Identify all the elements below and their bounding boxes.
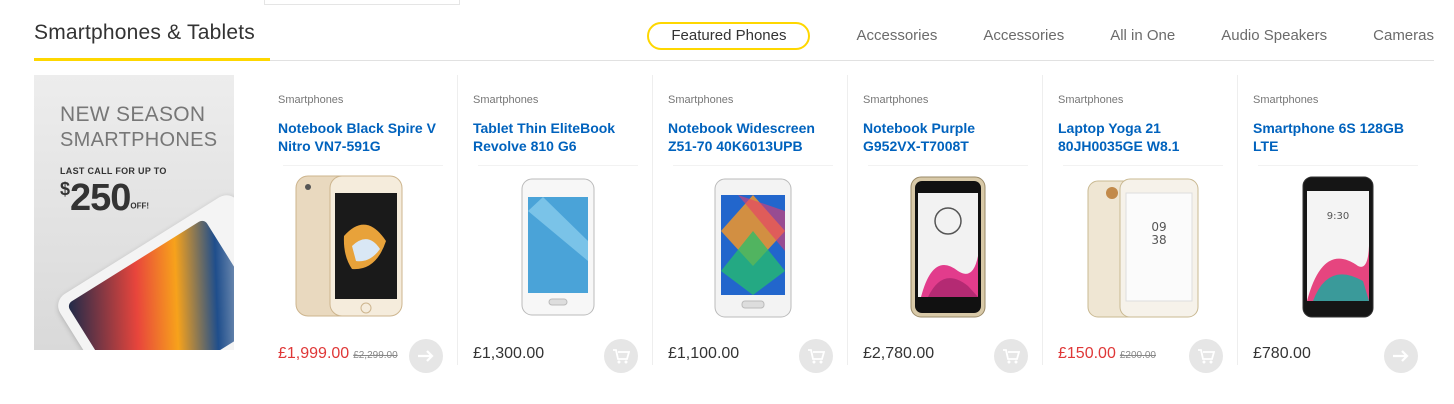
title-underline xyxy=(34,58,270,61)
product-title[interactable]: Tablet Thin EliteBook Revolve 810 G6 xyxy=(473,119,643,155)
product-title[interactable]: Notebook Black Spire V Nitro VN7-591G xyxy=(278,119,448,155)
price-row: £1,100.00 xyxy=(668,345,739,363)
product-price: £1,300.00 xyxy=(473,345,545,362)
tab-audio-speakers[interactable]: Audio Speakers xyxy=(1221,22,1327,50)
product-category[interactable]: Smartphones xyxy=(863,94,928,106)
svg-text:09: 09 xyxy=(1151,220,1166,234)
add-to-cart-button[interactable] xyxy=(994,339,1028,373)
product-title[interactable]: Laptop Yoga 21 80JH0035GE W8.1 xyxy=(1058,119,1228,155)
product-price: £780.00 xyxy=(1253,345,1311,362)
svg-text:38: 38 xyxy=(1151,233,1166,247)
section-header: Smartphones & Tablets Featured Phones Ac… xyxy=(34,0,1434,61)
product-title[interactable]: Notebook Purple G952VX-T7008T xyxy=(863,119,1033,155)
product-old-price: £200.00 xyxy=(1119,350,1156,361)
arrow-right-icon xyxy=(1393,350,1409,362)
banner-amount: 250 xyxy=(70,177,131,219)
product-price: £1,999.00 xyxy=(278,345,350,362)
tab-accessories-2[interactable]: Accessories xyxy=(983,22,1064,50)
product-image[interactable] xyxy=(868,165,1028,325)
product-card: Smartphones Notebook Purple G952VX-T7008… xyxy=(848,75,1043,373)
product-image[interactable]: 9:30 xyxy=(1258,165,1418,325)
svg-text:9:30: 9:30 xyxy=(1327,211,1349,222)
product-category[interactable]: Smartphones xyxy=(473,94,538,106)
product-card: Smartphones Tablet Thin EliteBook Revolv… xyxy=(458,75,653,373)
price-row: £780.00 xyxy=(1253,345,1311,363)
banner-caption: LAST CALL FOR UP TO xyxy=(60,166,167,176)
product-title[interactable]: Smartphone 6S 128GB LTE xyxy=(1253,119,1423,155)
product-image[interactable] xyxy=(478,165,638,325)
product-old-price: £2,299.00 xyxy=(353,350,398,361)
add-to-cart-icon xyxy=(1198,349,1215,364)
add-to-cart-button[interactable] xyxy=(604,339,638,373)
product-card: Smartphones Notebook Widescreen Z51-70 4… xyxy=(653,75,848,373)
product-list: Smartphones Notebook Black Spire V Nitro… xyxy=(263,75,1433,373)
section-title: Smartphones & Tablets xyxy=(34,21,255,44)
price-row: £150.00 £200.00 xyxy=(1058,345,1156,363)
banner-headline: NEW SEASON xyxy=(60,103,206,126)
product-image[interactable] xyxy=(673,165,833,325)
arrow-right-icon xyxy=(418,350,434,362)
product-category[interactable]: Smartphones xyxy=(278,94,343,106)
tab-accessories[interactable]: Accessories xyxy=(856,22,937,50)
add-to-cart-icon xyxy=(613,349,630,364)
product-category[interactable]: Smartphones xyxy=(1058,94,1123,106)
product-card: Smartphones Laptop Yoga 21 80JH0035GE W8… xyxy=(1043,75,1238,373)
product-price: £1,100.00 xyxy=(668,345,740,362)
product-price: £2,780.00 xyxy=(863,345,935,362)
view-product-button[interactable] xyxy=(1384,339,1418,373)
price-row: £1,999.00 £2,299.00 xyxy=(278,345,398,363)
banner-currency: $ xyxy=(60,179,71,199)
product-image[interactable] xyxy=(283,165,443,325)
price-row: £2,780.00 xyxy=(863,345,934,363)
view-product-button[interactable] xyxy=(409,339,443,373)
product-image[interactable]: 09 38 xyxy=(1063,165,1223,325)
tab-featured-phones[interactable]: Featured Phones xyxy=(647,22,811,50)
product-card: Smartphones Notebook Black Spire V Nitro… xyxy=(263,75,458,373)
category-tabs: Featured Phones Accessories Accessories … xyxy=(647,22,1434,50)
promo-banner[interactable]: NEW SEASON SMARTPHONES LAST CALL FOR UP … xyxy=(34,75,234,350)
banner-suffix: OFF! xyxy=(130,201,150,211)
add-to-cart-button[interactable] xyxy=(1189,339,1223,373)
product-category[interactable]: Smartphones xyxy=(1253,94,1318,106)
tab-all-in-one[interactable]: All in One xyxy=(1110,22,1175,50)
product-category[interactable]: Smartphones xyxy=(668,94,733,106)
product-title[interactable]: Notebook Widescreen Z51-70 40K6013UPB xyxy=(668,119,838,155)
price-row: £1,300.00 xyxy=(473,345,544,363)
product-card: Smartphones Smartphone 6S 128GB LTE 9:30… xyxy=(1238,75,1433,373)
product-price: £150.00 xyxy=(1058,345,1116,362)
banner-discount: $250OFF! xyxy=(60,177,149,220)
banner-subheadline: SMARTPHONES xyxy=(60,129,218,151)
add-to-cart-button[interactable] xyxy=(799,339,833,373)
add-to-cart-icon xyxy=(1003,349,1020,364)
add-to-cart-icon xyxy=(808,349,825,364)
tab-cameras[interactable]: Cameras xyxy=(1373,22,1434,50)
